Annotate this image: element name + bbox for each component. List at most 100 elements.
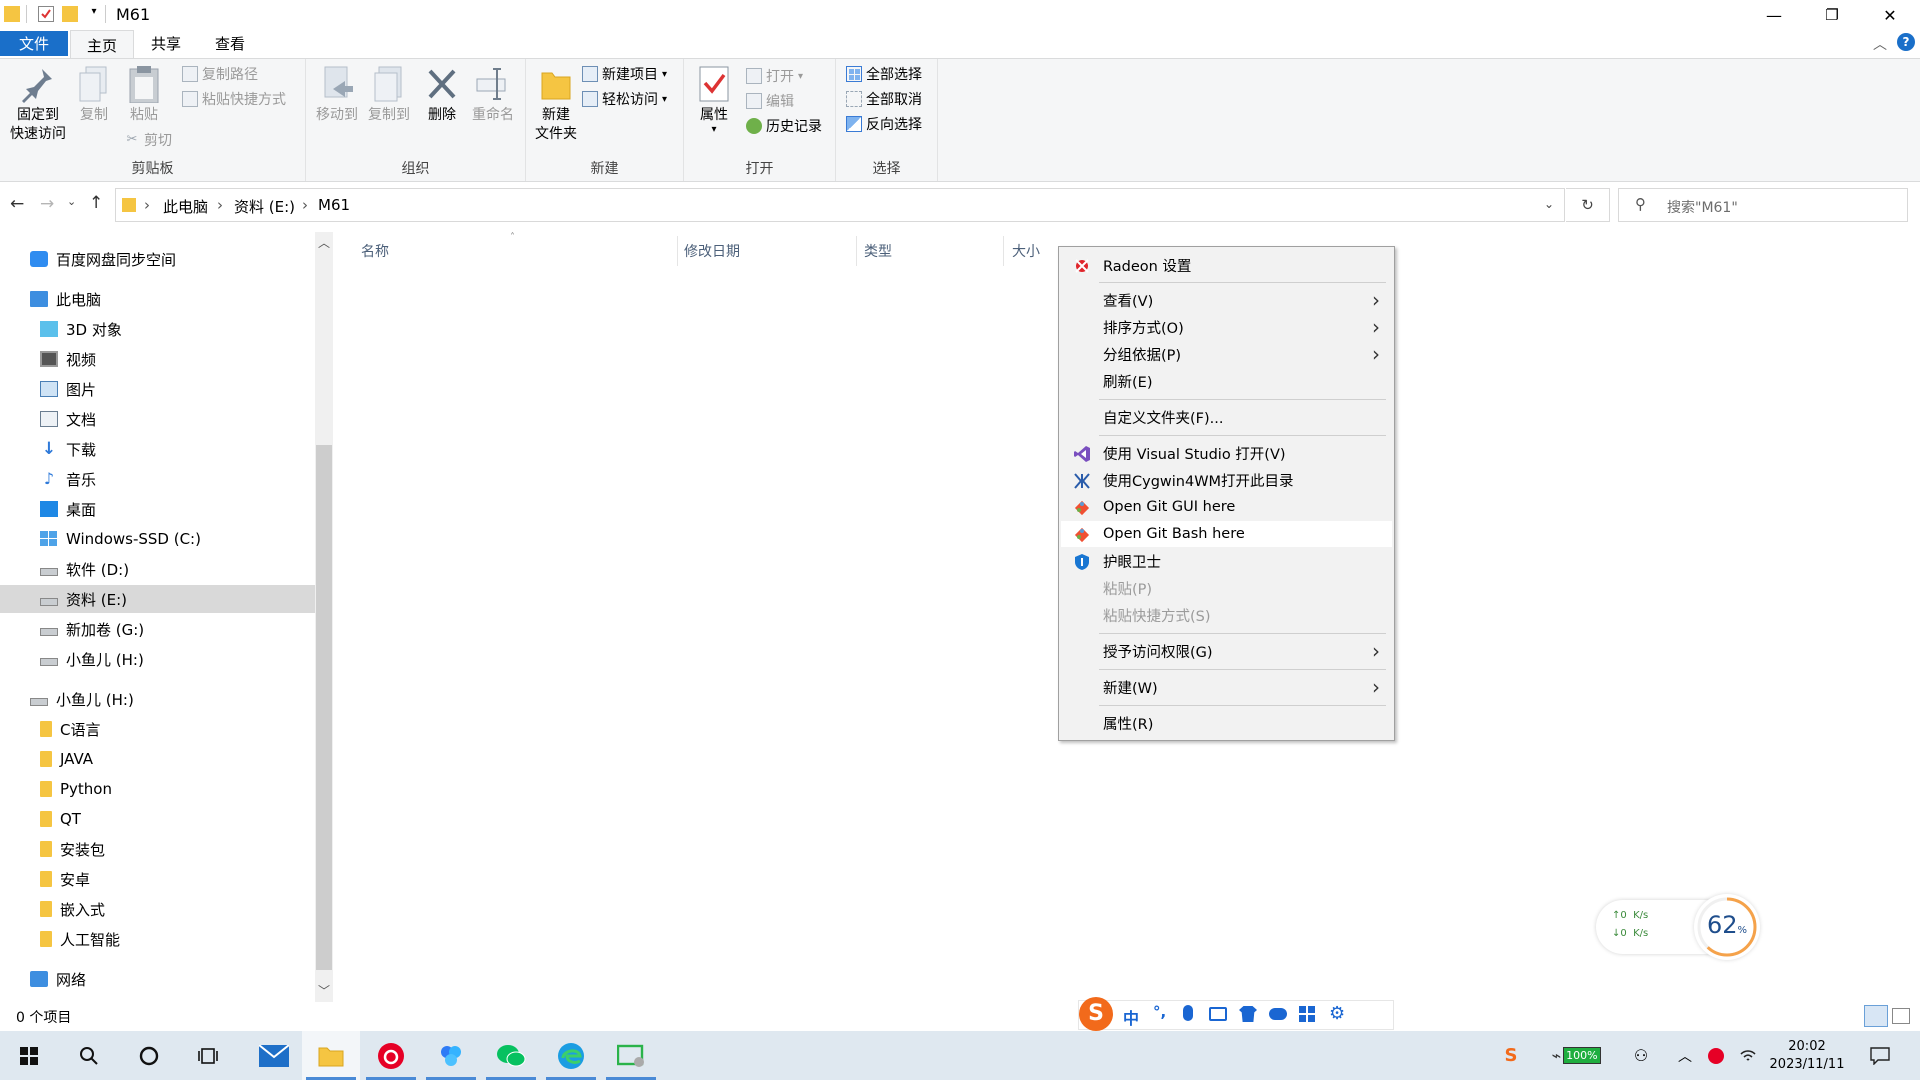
select-all-button[interactable]: 全部选择 bbox=[846, 63, 922, 85]
microphone-icon[interactable] bbox=[1183, 1005, 1193, 1021]
paste-shortcut-button[interactable]: 粘贴快捷方式 bbox=[182, 88, 286, 110]
nav-item-drive-h-root[interactable]: 小鱼儿 (H:) bbox=[30, 685, 134, 713]
breadcrumb-drive-e[interactable]: 资料 (E:) bbox=[234, 196, 295, 217]
ime-punctuation-toggle[interactable]: °, bbox=[1153, 1003, 1166, 1021]
select-none-button[interactable]: 全部取消 bbox=[846, 88, 922, 110]
nav-item-folder-ai[interactable]: 人工智能 bbox=[40, 925, 120, 953]
edit-button[interactable]: 编辑 bbox=[746, 90, 794, 112]
nav-item-folder-python[interactable]: Python bbox=[40, 775, 112, 803]
taskbar-edge[interactable] bbox=[542, 1031, 600, 1080]
ime-mode-toggle[interactable]: 中 bbox=[1123, 1005, 1139, 1029]
nav-item-network[interactable]: 网络 bbox=[30, 965, 86, 993]
taskbar-file-explorer[interactable] bbox=[302, 1031, 360, 1080]
forward-arrow-icon[interactable]: → bbox=[40, 194, 54, 214]
easy-access-button[interactable]: 轻松访问 ▾ bbox=[582, 88, 667, 110]
minimize-button[interactable]: — bbox=[1745, 0, 1803, 30]
new-folder-quick-icon[interactable] bbox=[62, 6, 78, 22]
nav-item-folder-installers[interactable]: 安装包 bbox=[40, 835, 105, 863]
nav-item-drive-g[interactable]: 新加卷 (G:) bbox=[40, 615, 144, 643]
taskbar-netease-music[interactable] bbox=[362, 1031, 420, 1080]
search-box[interactable]: ⚲ 搜索"M61" bbox=[1618, 188, 1908, 222]
new-folder-button[interactable]: 新建 文件夹 bbox=[530, 65, 582, 144]
maximize-button[interactable]: ❐ bbox=[1803, 0, 1861, 30]
keyboard-icon[interactable] bbox=[1209, 1007, 1227, 1021]
invert-selection-button[interactable]: 反向选择 bbox=[846, 113, 922, 135]
menu-item-open-git-gui[interactable]: Open Git GUI here bbox=[1061, 494, 1392, 520]
menu-item-sort-by[interactable]: 排序方式(O) › bbox=[1061, 314, 1392, 340]
tray-clock[interactable]: 20:02 2023/11/11 bbox=[1770, 1031, 1845, 1080]
start-button[interactable] bbox=[0, 1031, 58, 1080]
menu-item-radeon-settings[interactable]: Radeon 设置 bbox=[1061, 252, 1392, 278]
tray-battery[interactable]: ⌁ 100% bbox=[1548, 1031, 1604, 1080]
nav-item-drive-h[interactable]: 小鱼儿 (H:) bbox=[40, 645, 144, 673]
cut-button[interactable]: ✂ 剪切 bbox=[124, 129, 172, 151]
rename-button[interactable]: 重命名 bbox=[468, 65, 518, 125]
address-dropdown-icon[interactable]: ⌄ bbox=[1544, 197, 1554, 211]
nav-item-documents[interactable]: 文档 bbox=[40, 405, 96, 433]
skin-shirt-icon[interactable] bbox=[1239, 1006, 1257, 1022]
settings-gear-icon[interactable]: ⚙ bbox=[1329, 1003, 1345, 1024]
pin-quick-access-button[interactable]: 固定到 快速访问 bbox=[6, 65, 70, 144]
game-controller-icon[interactable] bbox=[1269, 1008, 1287, 1020]
tab-home[interactable]: 主页 bbox=[70, 30, 134, 59]
breadcrumb-m61[interactable]: M61 bbox=[318, 196, 350, 214]
tray-show-hidden[interactable]: ︿ bbox=[1674, 1031, 1696, 1080]
nav-item-drive-c[interactable]: Windows-SSD (C:) bbox=[40, 525, 201, 553]
column-divider[interactable] bbox=[677, 236, 678, 266]
toolbox-grid-icon[interactable] bbox=[1299, 1006, 1315, 1022]
menu-item-properties[interactable]: 属性(R) bbox=[1061, 710, 1392, 736]
delete-button[interactable]: 删除 bbox=[422, 65, 462, 125]
refresh-icon[interactable]: ↻ bbox=[1566, 188, 1610, 222]
column-header-name[interactable]: 名称 bbox=[361, 241, 389, 261]
menu-item-new[interactable]: 新建(W) › bbox=[1061, 674, 1392, 700]
properties-button[interactable]: 属性 ▾ bbox=[694, 65, 734, 135]
menu-item-give-access[interactable]: 授予访问权限(G) › bbox=[1061, 638, 1392, 664]
breadcrumb-this-pc[interactable]: 此电脑 bbox=[163, 196, 208, 217]
search-button[interactable] bbox=[60, 1031, 118, 1080]
nav-item-music[interactable]: ♪ 音乐 bbox=[40, 465, 96, 493]
nav-item-folder-android[interactable]: 安卓 bbox=[40, 865, 90, 893]
tab-file[interactable]: 文件 bbox=[0, 31, 68, 56]
nav-item-baidu[interactable]: 百度网盘同步空间 bbox=[30, 245, 176, 273]
menu-item-open-git-bash[interactable]: Open Git Bash here bbox=[1061, 521, 1392, 547]
history-button[interactable]: 历史记录 bbox=[746, 115, 822, 137]
column-header-type[interactable]: 类型 bbox=[864, 241, 892, 261]
tray-people[interactable]: ⚇ bbox=[1626, 1031, 1656, 1080]
menu-item-paste-shortcut[interactable]: 粘贴快捷方式(S) bbox=[1061, 602, 1392, 628]
quick-access-dropdown-icon[interactable]: ▾ bbox=[86, 6, 102, 22]
nav-item-desktop[interactable]: 桌面 bbox=[40, 495, 96, 523]
nav-item-3d-objects[interactable]: 3D 对象 bbox=[40, 315, 122, 343]
tray-netease-music[interactable] bbox=[1704, 1031, 1728, 1080]
memory-usage-ring[interactable]: 62% bbox=[1694, 894, 1760, 960]
new-item-button[interactable]: 新建项目 ▾ bbox=[582, 63, 667, 85]
copy-path-button[interactable]: 复制路径 bbox=[182, 63, 258, 85]
copy-button[interactable]: 复制 bbox=[74, 65, 114, 125]
column-divider[interactable] bbox=[1003, 236, 1004, 266]
menu-item-view[interactable]: 查看(V) › bbox=[1061, 287, 1392, 313]
tray-action-center[interactable] bbox=[1862, 1031, 1898, 1080]
nav-item-videos[interactable]: 视频 bbox=[40, 345, 96, 373]
nav-item-folder-embedded[interactable]: 嵌入式 bbox=[40, 895, 105, 923]
menu-item-eye-guard[interactable]: 护眼卫士 bbox=[1061, 548, 1392, 574]
tab-share[interactable]: 共享 bbox=[138, 30, 194, 56]
nav-item-folder-qt[interactable]: QT bbox=[40, 805, 81, 833]
sogou-logo-icon[interactable]: S bbox=[1079, 997, 1113, 1031]
paste-button[interactable]: 粘贴 bbox=[122, 65, 166, 125]
large-icons-view-icon[interactable] bbox=[1892, 1008, 1910, 1024]
nav-item-drive-e[interactable]: 资料 (E:) bbox=[0, 585, 315, 613]
close-button[interactable]: ✕ bbox=[1861, 0, 1919, 30]
nav-item-folder-java[interactable]: JAVA bbox=[40, 745, 93, 773]
tray-sogou[interactable]: S bbox=[1498, 1031, 1524, 1080]
details-view-icon[interactable] bbox=[1864, 1005, 1888, 1027]
menu-item-refresh[interactable]: 刷新(E) bbox=[1061, 368, 1392, 394]
menu-item-open-visual-studio[interactable]: 使用 Visual Studio 打开(V) bbox=[1061, 440, 1392, 466]
taskbar-app-green[interactable] bbox=[602, 1031, 660, 1080]
address-bar[interactable]: › 此电脑 › 资料 (E:) › M61 ⌄ bbox=[115, 188, 1565, 222]
menu-item-group-by[interactable]: 分组依据(P) › bbox=[1061, 341, 1392, 367]
scrollbar-thumb[interactable] bbox=[316, 445, 332, 970]
taskbar-wechat[interactable] bbox=[482, 1031, 540, 1080]
task-view-button[interactable] bbox=[180, 1031, 238, 1080]
copy-to-button[interactable]: 复制到 bbox=[364, 65, 414, 125]
tab-view[interactable]: 查看 bbox=[202, 30, 258, 56]
menu-item-open-cygwin[interactable]: 使用Cygwin4WM打开此目录 bbox=[1061, 467, 1392, 493]
